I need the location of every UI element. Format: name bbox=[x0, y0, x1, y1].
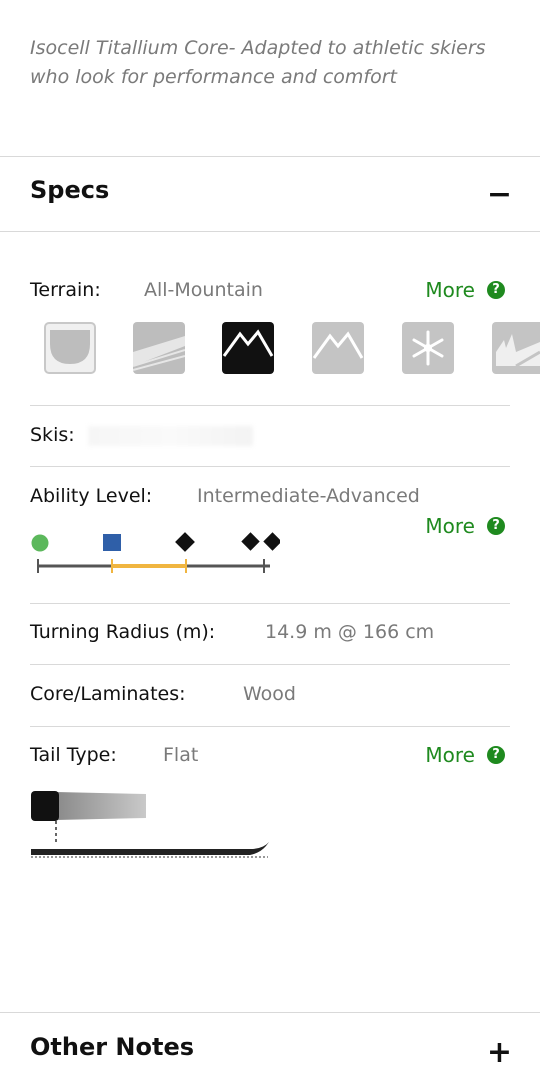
other-notes-expand-button[interactable]: + bbox=[487, 1038, 512, 1068]
divider bbox=[30, 726, 510, 727]
help-icon: ? bbox=[487, 281, 505, 299]
ability-level-label: Ability Level: bbox=[30, 485, 153, 507]
more-label: More bbox=[425, 278, 475, 302]
tail-more-link[interactable]: More ? bbox=[425, 743, 505, 767]
specs-heading: Specs bbox=[30, 176, 110, 204]
black-diamond-icon bbox=[175, 532, 195, 552]
flat-tail-diagram bbox=[31, 791, 269, 858]
terrain-value: All-Mountain bbox=[144, 279, 263, 301]
ability-more-link[interactable]: More ? bbox=[425, 514, 505, 538]
divider bbox=[0, 156, 540, 157]
help-icon: ? bbox=[487, 517, 505, 535]
skis-label: Skis: bbox=[30, 424, 75, 446]
green-circle-icon bbox=[31, 534, 49, 552]
turning-radius-value: 14.9 m @ 166 cm bbox=[265, 621, 435, 643]
core-laminates-value: Wood bbox=[243, 683, 296, 705]
specs-collapse-button[interactable]: − bbox=[487, 180, 512, 210]
double-black-diamond-icon bbox=[263, 532, 280, 551]
ski-description: Isocell Titallium Core- Adapted to athle… bbox=[30, 37, 486, 88]
halfpipe-icon[interactable] bbox=[44, 322, 96, 374]
divider bbox=[0, 1012, 540, 1013]
divider bbox=[0, 231, 540, 232]
all-mountain-icon[interactable] bbox=[222, 322, 274, 374]
core-laminates-label: Core/Laminates: bbox=[30, 683, 186, 705]
divider bbox=[30, 603, 510, 604]
more-label: More bbox=[425, 514, 475, 538]
terrain-icon-row bbox=[44, 322, 540, 376]
divider bbox=[30, 405, 510, 406]
divider bbox=[30, 664, 510, 665]
backcountry-icon[interactable] bbox=[492, 322, 540, 374]
divider bbox=[30, 466, 510, 467]
big-mountain-icon[interactable] bbox=[312, 322, 364, 374]
turning-radius-label: Turning Radius (m): bbox=[30, 621, 216, 643]
tail-type-label: Tail Type: bbox=[30, 744, 117, 766]
blue-square-icon bbox=[103, 534, 121, 551]
other-notes-heading: Other Notes bbox=[30, 1033, 195, 1061]
groomer-icon[interactable] bbox=[132, 322, 186, 374]
terrain-label: Terrain: bbox=[30, 279, 101, 301]
powder-snowflake-icon[interactable] bbox=[402, 322, 454, 374]
ability-level-scale bbox=[31, 532, 280, 573]
double-black-diamond-icon bbox=[241, 532, 260, 551]
ability-level-value: Intermediate-Advanced bbox=[197, 485, 420, 507]
help-icon: ? bbox=[487, 746, 505, 764]
tail-type-value: Flat bbox=[163, 744, 199, 766]
skis-value-redacted bbox=[88, 426, 253, 446]
more-label: More bbox=[425, 743, 475, 767]
terrain-more-link[interactable]: More ? bbox=[425, 278, 505, 302]
